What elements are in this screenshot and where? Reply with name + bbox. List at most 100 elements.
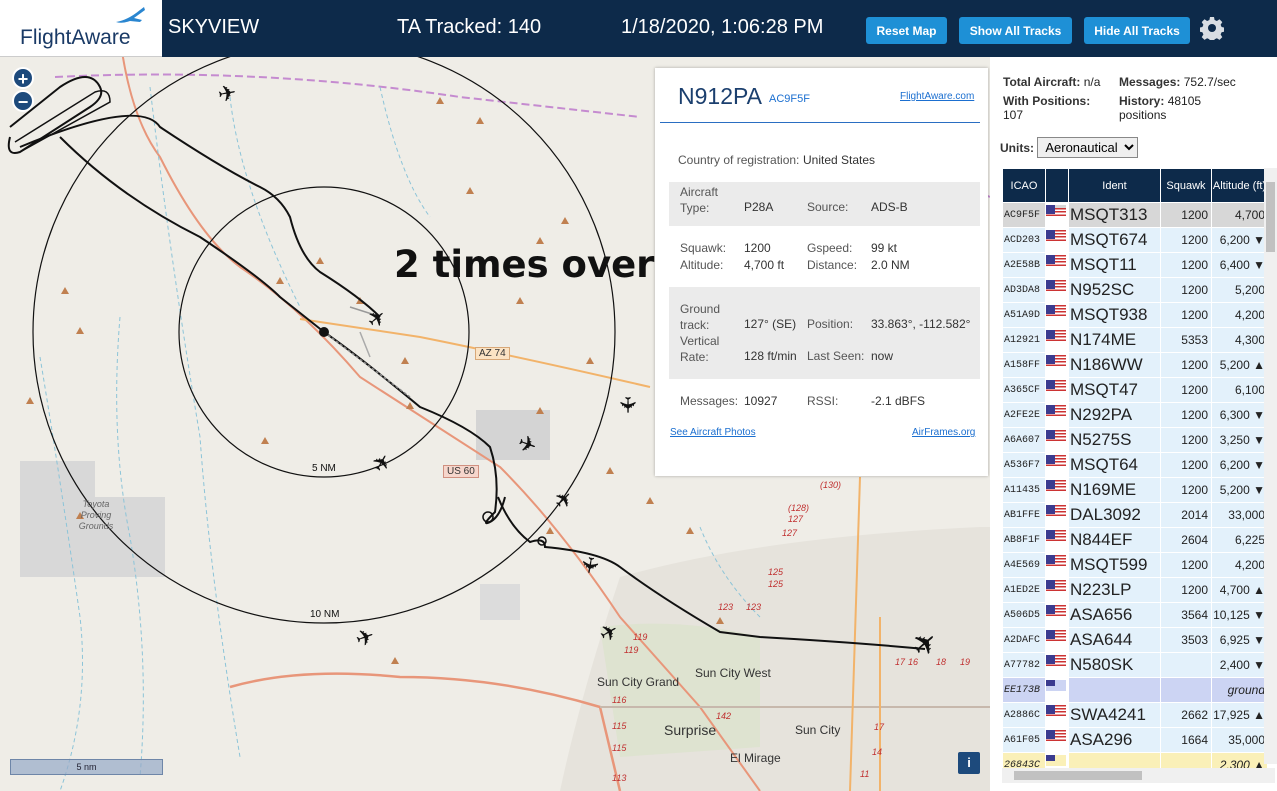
table-row[interactable]: A2FE2E N292PA 1200 6,300 ▼ xyxy=(1003,403,1267,427)
us-flag-icon xyxy=(1046,657,1066,667)
history-label: History: xyxy=(1119,94,1165,108)
reset-map-button[interactable]: Reset Map xyxy=(866,17,947,44)
table-row[interactable]: A536F7 MSQT64 1200 6,200 ▼ xyxy=(1003,453,1267,477)
gspeed-value: 99 kt xyxy=(871,241,898,255)
table-row[interactable]: A2E58B MSQT11 1200 6,400 ▼ xyxy=(1003,253,1267,277)
aircraft-marker-icon[interactable]: ✈ xyxy=(614,396,640,414)
table-row[interactable]: A6A607 N5275S 1200 3,250 ▼ xyxy=(1003,428,1267,452)
col-squawk[interactable]: Squawk xyxy=(1161,169,1211,202)
table-horizontal-scrollbar[interactable] xyxy=(1002,768,1275,783)
cell-squawk: 3564 xyxy=(1161,603,1211,627)
table-row[interactable]: A11435 N169ME 1200 5,200 ▼ xyxy=(1003,478,1267,502)
total-aircraft-value: n/a xyxy=(1083,75,1101,89)
cell-icao: AC9F5F xyxy=(1003,203,1045,227)
table-row[interactable]: AB1FFE DAL3092 2014 33,000 xyxy=(1003,503,1267,527)
zoom-out-button[interactable]: − xyxy=(12,90,34,112)
hide-all-tracks-button[interactable]: Hide All Tracks xyxy=(1084,17,1190,44)
cell-squawk: 1200 xyxy=(1161,453,1211,477)
vertical-scroll-thumb[interactable] xyxy=(1266,182,1275,252)
horizontal-scroll-thumb[interactable] xyxy=(1014,771,1142,780)
units-control: Units: Aeronautical xyxy=(1000,137,1139,158)
cell-flag xyxy=(1046,605,1066,617)
cell-altitude: 4,700 xyxy=(1212,203,1267,227)
table-row[interactable]: A61F05 ASA296 1664 35,000 xyxy=(1003,728,1267,752)
table-row[interactable]: A12921 N174ME 5353 4,300 xyxy=(1003,328,1267,352)
table-row[interactable]: ACD203 MSQT674 1200 6,200 ▼ xyxy=(1003,228,1267,252)
cell-squawk: 1200 xyxy=(1161,228,1211,252)
aircraft-photos-link[interactable]: See Aircraft Photos xyxy=(670,427,756,438)
table-row[interactable]: A2886C SWA4241 2662 17,925 ▲ xyxy=(1003,703,1267,727)
cell-flag xyxy=(1046,630,1066,642)
cell-altitude: 4,700 ▲ xyxy=(1212,578,1267,602)
cell-altitude: 6,200 ▼ xyxy=(1212,453,1267,477)
cell-flag xyxy=(1046,455,1066,467)
messages-stat: Messages: 752.7/sec xyxy=(1119,75,1236,89)
cell-flag xyxy=(1046,255,1066,267)
us-flag-icon xyxy=(1046,282,1066,292)
cell-flag xyxy=(1046,580,1066,592)
col-altitude[interactable]: Altitude (ft) xyxy=(1212,169,1267,202)
table-row[interactable]: EE173B ground xyxy=(1003,678,1267,702)
info-button[interactable]: i xyxy=(958,752,980,774)
table-row[interactable]: A2DAFC ASA644 3503 6,925 ▼ xyxy=(1003,628,1267,652)
cell-flag xyxy=(1046,730,1066,742)
cell-flag xyxy=(1046,755,1066,767)
table-row[interactable]: A4E569 MSQT599 1200 4,200 xyxy=(1003,553,1267,577)
logo-text: FlightAware xyxy=(20,26,131,49)
cell-ident: N844EF xyxy=(1069,528,1160,552)
rssi-value: -2.1 dBFS xyxy=(871,394,926,408)
cell-icao: A365CF xyxy=(1003,378,1045,402)
flightaware-link[interactable]: FlightAware.com xyxy=(900,91,974,102)
messages-label: Messages: xyxy=(680,394,739,408)
table-row[interactable]: A158FF N186WW 1200 5,200 ▲ xyxy=(1003,353,1267,377)
road-label: 116 xyxy=(612,695,627,705)
cell-ident: MSQT599 xyxy=(1069,553,1160,577)
cell-icao: A1ED2E xyxy=(1003,578,1045,602)
cell-flag xyxy=(1046,480,1066,492)
cell-icao: A2E58B xyxy=(1003,253,1045,277)
header-bar: FlightAware SKYVIEW TA Tracked: 140 1/18… xyxy=(0,0,1277,57)
col-flag[interactable] xyxy=(1046,169,1068,202)
zoom-in-button[interactable]: + xyxy=(12,67,34,89)
units-select[interactable]: Aeronautical xyxy=(1037,137,1139,158)
table-row[interactable]: A506D5 ASA656 3564 10,125 ▼ xyxy=(1003,603,1267,627)
total-aircraft-label: Total Aircraft: xyxy=(1003,75,1081,89)
road-label: 127 xyxy=(788,514,804,524)
ring-label-outer: 10 NM xyxy=(310,609,340,620)
cell-ident: N292PA xyxy=(1069,403,1160,427)
road-label: (128) xyxy=(788,503,810,513)
cell-ident: N223LP xyxy=(1069,578,1160,602)
lastseen-label: Last Seen: xyxy=(807,349,865,363)
col-ident[interactable]: Ident xyxy=(1069,169,1160,202)
table-row[interactable]: AB8F1F N844EF 2604 6,225 xyxy=(1003,528,1267,552)
col-icao[interactable]: ICAO xyxy=(1003,169,1045,202)
sidebar: Total Aircraft: n/a Messages: 752.7/sec … xyxy=(990,57,1277,791)
cell-squawk: 1200 xyxy=(1161,578,1211,602)
aircraft-table-wrap[interactable]: ICAO Ident Squawk Altitude (ft) AC9F5F MS… xyxy=(1002,168,1268,769)
rssi-label: RSSI: xyxy=(807,394,839,408)
gear-icon[interactable] xyxy=(1200,16,1224,40)
airframes-link[interactable]: AirFrames.org xyxy=(912,427,975,438)
table-row[interactable]: AC9F5F MSQT313 1200 4,700 xyxy=(1003,203,1267,227)
cell-ident xyxy=(1069,678,1160,702)
cell-flag xyxy=(1046,280,1066,292)
table-row[interactable]: 26843C 2,300 ▲ xyxy=(1003,753,1267,769)
us-flag-icon xyxy=(1046,632,1066,642)
popup-hex-link[interactable]: AC9F5F xyxy=(769,93,810,105)
table-row[interactable]: A51A9D MSQT938 1200 4,200 xyxy=(1003,303,1267,327)
us-flag-icon xyxy=(1046,707,1066,717)
cell-flag xyxy=(1046,505,1066,517)
table-row[interactable]: A365CF MSQT47 1200 6,100 xyxy=(1003,378,1267,402)
us-flag-icon xyxy=(1046,357,1066,367)
table-row[interactable]: AD3DA8 N952SC 1200 5,200 xyxy=(1003,278,1267,302)
table-vertical-scrollbar[interactable] xyxy=(1264,168,1277,764)
us-flag-icon xyxy=(1046,507,1066,517)
road-label: 119 xyxy=(624,645,639,655)
show-all-tracks-button[interactable]: Show All Tracks xyxy=(959,17,1072,44)
table-row[interactable]: A77782 N580SK 2,400 ▼ xyxy=(1003,653,1267,677)
table-row[interactable]: A1ED2E N223LP 1200 4,700 ▲ xyxy=(1003,578,1267,602)
cell-squawk xyxy=(1161,678,1211,702)
flightaware-logo[interactable]: FlightAware xyxy=(0,0,162,57)
annotation-text: 2 times over xyxy=(394,243,655,286)
source-value: ADS-B xyxy=(871,200,908,214)
